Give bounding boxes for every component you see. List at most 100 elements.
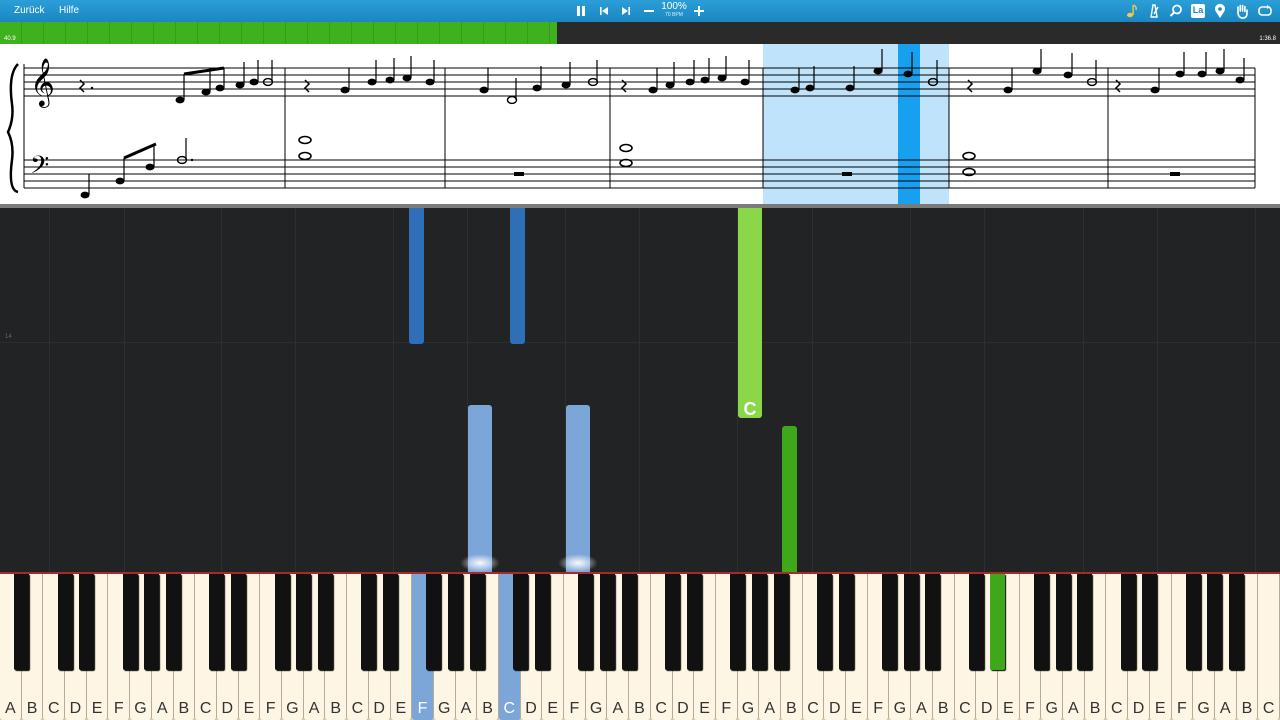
grand-staff-brace xyxy=(6,63,19,194)
synthesia-app: Zurück Hilfe 100% 70 BPM La 40.9 1:36.8 … xyxy=(0,0,1280,720)
black-key[interactable] xyxy=(144,574,160,670)
key-label: B xyxy=(634,700,645,717)
key-label: D xyxy=(373,700,385,717)
black-key[interactable] xyxy=(686,574,702,670)
key-label: E xyxy=(699,700,710,717)
help-button[interactable]: Hilfe xyxy=(53,3,85,19)
falling-note-left-hand xyxy=(409,208,424,344)
black-key[interactable] xyxy=(838,574,854,670)
black-key[interactable] xyxy=(361,574,377,670)
black-key[interactable] xyxy=(990,574,1006,670)
white-key-c[interactable]: C xyxy=(1258,574,1280,720)
location-icon[interactable] xyxy=(1212,3,1228,19)
key-label: B xyxy=(178,700,190,717)
bass-clef-icon: 𝄢 xyxy=(30,151,49,186)
metronome-icon[interactable] xyxy=(1146,3,1162,19)
black-key[interactable] xyxy=(57,574,73,670)
black-key[interactable] xyxy=(773,574,789,670)
key-label: F xyxy=(417,700,428,717)
search-icon[interactable] xyxy=(1168,3,1184,19)
pause-icon[interactable] xyxy=(573,3,589,19)
note-label: C xyxy=(743,399,757,419)
label-icon[interactable]: La xyxy=(1190,3,1206,19)
key-label: B xyxy=(1089,700,1101,717)
key-label: C xyxy=(47,700,60,717)
black-key[interactable] xyxy=(751,574,767,670)
bass-staff xyxy=(24,159,1255,189)
black-key[interactable] xyxy=(621,574,637,670)
key-label: A xyxy=(764,700,775,717)
label-icon-text: La xyxy=(1192,5,1204,15)
black-key[interactable] xyxy=(1229,574,1245,670)
black-key[interactable] xyxy=(1142,574,1158,670)
black-key[interactable] xyxy=(14,574,30,670)
black-key[interactable] xyxy=(578,574,594,670)
key-label: E xyxy=(243,700,255,717)
black-key[interactable] xyxy=(1077,574,1093,670)
black-key[interactable] xyxy=(1033,574,1049,670)
key-label: E xyxy=(395,700,407,717)
black-key[interactable] xyxy=(274,574,290,670)
key-label: F xyxy=(113,700,124,717)
black-key[interactable] xyxy=(448,574,464,670)
key-label: A xyxy=(1219,700,1231,717)
previous-icon[interactable] xyxy=(596,3,612,19)
black-key[interactable] xyxy=(534,574,550,670)
key-label: G xyxy=(438,700,451,717)
black-key[interactable] xyxy=(383,574,398,670)
black-key[interactable] xyxy=(209,574,225,670)
sheet-music[interactable]: 𝄞 𝄢 xyxy=(0,44,1280,206)
black-key[interactable] xyxy=(903,574,919,670)
key-label: E xyxy=(91,700,103,717)
hand-icon[interactable] xyxy=(1234,3,1250,19)
falling-note-right-hand-active xyxy=(782,426,797,572)
back-button[interactable]: Zurück xyxy=(8,3,51,19)
key-hit-glow xyxy=(460,554,500,572)
black-key[interactable] xyxy=(665,574,681,670)
key-label: C xyxy=(1111,700,1123,717)
grid-line xyxy=(49,208,50,572)
key-label: G xyxy=(286,700,299,717)
note-waterfall: 14 C xyxy=(0,208,1280,572)
black-key[interactable] xyxy=(599,574,615,670)
black-key[interactable] xyxy=(1120,574,1136,670)
black-key[interactable] xyxy=(1055,574,1071,670)
black-key[interactable] xyxy=(816,574,832,670)
key-label: G xyxy=(1197,700,1210,717)
song-progress-bar[interactable]: 40.9 1:36.8 xyxy=(0,22,1280,44)
key-label: A xyxy=(308,700,320,717)
black-key[interactable] xyxy=(730,574,746,670)
black-key[interactable] xyxy=(231,574,247,670)
black-key[interactable] xyxy=(469,574,485,670)
note-icon[interactable] xyxy=(1124,3,1140,19)
plus-icon[interactable] xyxy=(691,3,707,19)
grid-line xyxy=(1255,208,1256,572)
black-key[interactable] xyxy=(122,574,138,670)
black-key[interactable] xyxy=(426,574,442,670)
black-key[interactable] xyxy=(968,574,984,670)
key-label: A xyxy=(156,700,168,717)
black-key[interactable] xyxy=(1207,574,1223,670)
minus-icon[interactable] xyxy=(641,3,657,19)
black-key[interactable] xyxy=(296,574,312,670)
black-key[interactable] xyxy=(166,574,182,670)
speed-readout: 100% 70 BPM xyxy=(656,1,692,19)
key-label: D xyxy=(980,700,993,717)
key-label: A xyxy=(916,700,927,717)
speed-percent: 100% xyxy=(661,1,687,12)
black-key[interactable] xyxy=(925,574,941,670)
falling-note-right-hand: C xyxy=(738,208,762,419)
black-key[interactable] xyxy=(79,574,95,670)
next-icon[interactable] xyxy=(618,3,634,19)
black-key[interactable] xyxy=(317,574,333,670)
black-key[interactable] xyxy=(513,574,529,670)
speed-bpm: 70 BPM xyxy=(665,12,683,18)
grid-line xyxy=(984,208,985,572)
piano-keyboard[interactable]: ABCDEFGABCDEFGABCDEFGABCDEFGABCDEFGABCDE… xyxy=(0,572,1280,720)
key-label: G xyxy=(741,700,755,717)
black-key[interactable] xyxy=(1185,574,1201,670)
loop-icon[interactable] xyxy=(1257,3,1273,19)
falling-note-left-hand xyxy=(510,208,525,344)
black-key[interactable] xyxy=(881,574,897,670)
key-hit-glow xyxy=(558,554,598,572)
